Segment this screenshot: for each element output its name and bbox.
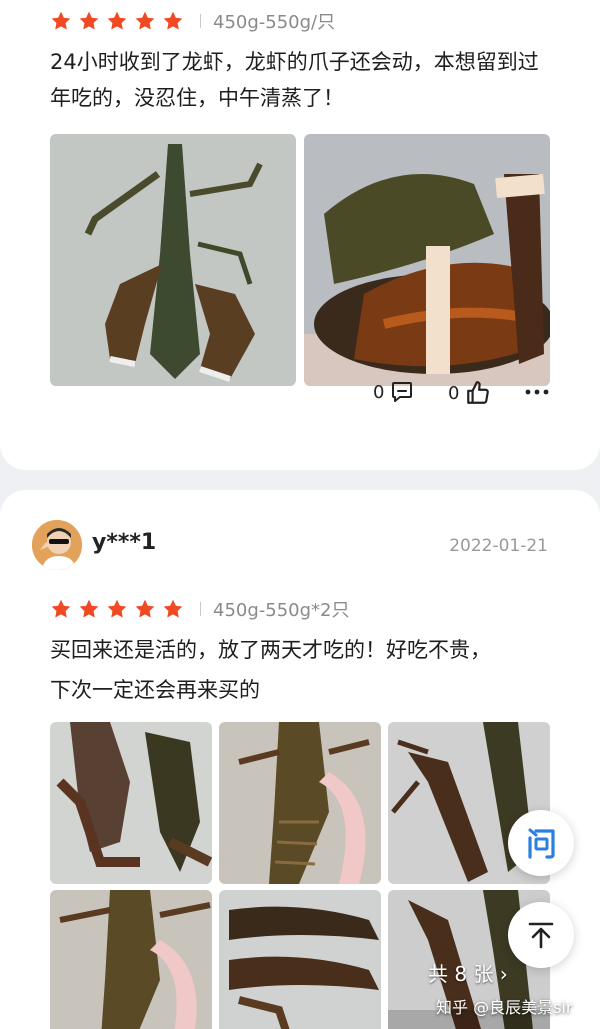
review-photo[interactable] bbox=[50, 134, 296, 386]
product-spec: 450g-550g/只 bbox=[213, 12, 336, 33]
product-spec: 450g-550g*2只 bbox=[213, 600, 350, 621]
review-photo[interactable] bbox=[219, 722, 381, 884]
review-card-1: 450g-550g/只 24小时收到了龙虾，龙虾的爪子还会动，本想留到过年吃的，… bbox=[0, 0, 600, 470]
like-action[interactable]: 0 bbox=[448, 380, 491, 406]
ask-icon bbox=[528, 828, 555, 859]
review-photo[interactable] bbox=[50, 890, 212, 1029]
star-icon bbox=[162, 10, 184, 32]
ask-button[interactable] bbox=[508, 810, 574, 876]
rating-stars: 450g-550g/只 bbox=[50, 8, 335, 34]
star-icon bbox=[78, 598, 100, 620]
review-text-line-1: 买回来还是活的，放了两天才吃的！好吃不贵， bbox=[50, 638, 491, 662]
username[interactable]: y***1 bbox=[92, 530, 156, 555]
comment-icon bbox=[390, 380, 414, 404]
back-to-top-button[interactable] bbox=[508, 902, 574, 968]
avatar[interactable] bbox=[32, 520, 82, 570]
review-actions: 0 0 bbox=[0, 380, 600, 416]
review-photo[interactable] bbox=[219, 890, 381, 1029]
divider bbox=[200, 14, 201, 28]
thumbs-up-icon bbox=[465, 380, 491, 406]
review-text-line-2: 下次一定还会再来买的 bbox=[50, 678, 260, 702]
review-date: 2022-01-21 bbox=[449, 536, 548, 556]
comment-action[interactable]: 0 bbox=[373, 380, 414, 404]
star-icon bbox=[134, 598, 156, 620]
like-count: 0 bbox=[448, 382, 460, 404]
star-icon bbox=[50, 10, 72, 32]
arrow-up-to-top-icon bbox=[528, 922, 554, 949]
star-icon bbox=[78, 10, 100, 32]
divider bbox=[200, 602, 201, 616]
star-icon bbox=[106, 598, 128, 620]
review-photo[interactable] bbox=[50, 722, 212, 884]
review-photo[interactable] bbox=[304, 134, 550, 386]
star-icon bbox=[162, 598, 184, 620]
star-icon bbox=[106, 10, 128, 32]
photo-count-badge[interactable]: 共 8 张 › bbox=[428, 958, 508, 987]
star-icon bbox=[134, 10, 156, 32]
comment-count: 0 bbox=[373, 381, 385, 403]
watermark: 知乎 @良辰美景sir bbox=[436, 998, 573, 1017]
review-text: 24小时收到了龙虾，龙虾的爪子还会动，本想留到过年吃的，没忍住，中午清蒸了！ bbox=[50, 50, 539, 110]
star-icon bbox=[50, 598, 72, 620]
rating-stars: 450g-550g*2只 bbox=[50, 596, 350, 622]
more-options-icon[interactable] bbox=[524, 382, 550, 402]
